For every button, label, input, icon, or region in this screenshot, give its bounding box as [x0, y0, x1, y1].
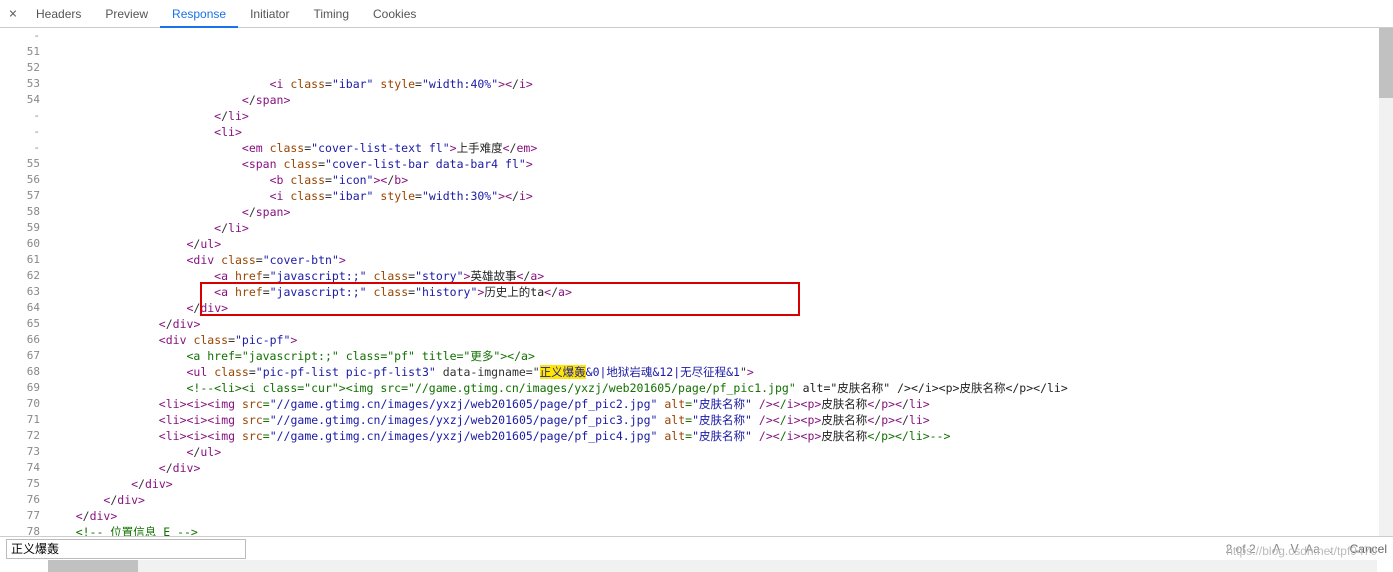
- scrollbar-thumb[interactable]: [48, 560, 138, 572]
- tab-timing[interactable]: Timing: [301, 0, 361, 28]
- tab-initiator[interactable]: Initiator: [238, 0, 301, 28]
- scrollbar-thumb[interactable]: [1379, 28, 1393, 98]
- search-input[interactable]: [6, 539, 246, 559]
- tab-cookies[interactable]: Cookies: [361, 0, 428, 28]
- tab-preview[interactable]: Preview: [93, 0, 160, 28]
- search-result-count: 2 of 2: [1226, 542, 1256, 556]
- tab-headers[interactable]: Headers: [24, 0, 93, 28]
- vertical-scrollbar[interactable]: [1379, 28, 1393, 536]
- regex-toggle[interactable]: .: [1322, 542, 1340, 556]
- response-body: -51525354---5556575859606162636465666768…: [0, 28, 1393, 536]
- tab-response[interactable]: Response: [160, 0, 238, 28]
- search-bar: 2 of 2 ᐱ ᐯ Aa . Cancel: [0, 536, 1393, 560]
- match-case-toggle[interactable]: Aa: [1304, 542, 1322, 556]
- search-next-icon[interactable]: ᐯ: [1286, 542, 1304, 556]
- line-gutter: -51525354---5556575859606162636465666768…: [0, 28, 48, 536]
- source-code[interactable]: <i class="ibar" style="width:40%"></i> <…: [48, 28, 1393, 536]
- close-icon[interactable]: ×: [2, 6, 24, 22]
- horizontal-scrollbar[interactable]: [48, 560, 1377, 572]
- devtools-tabs: × Headers Preview Response Initiator Tim…: [0, 0, 1393, 28]
- search-prev-icon[interactable]: ᐱ: [1268, 542, 1286, 556]
- search-cancel-button[interactable]: Cancel: [1350, 542, 1387, 556]
